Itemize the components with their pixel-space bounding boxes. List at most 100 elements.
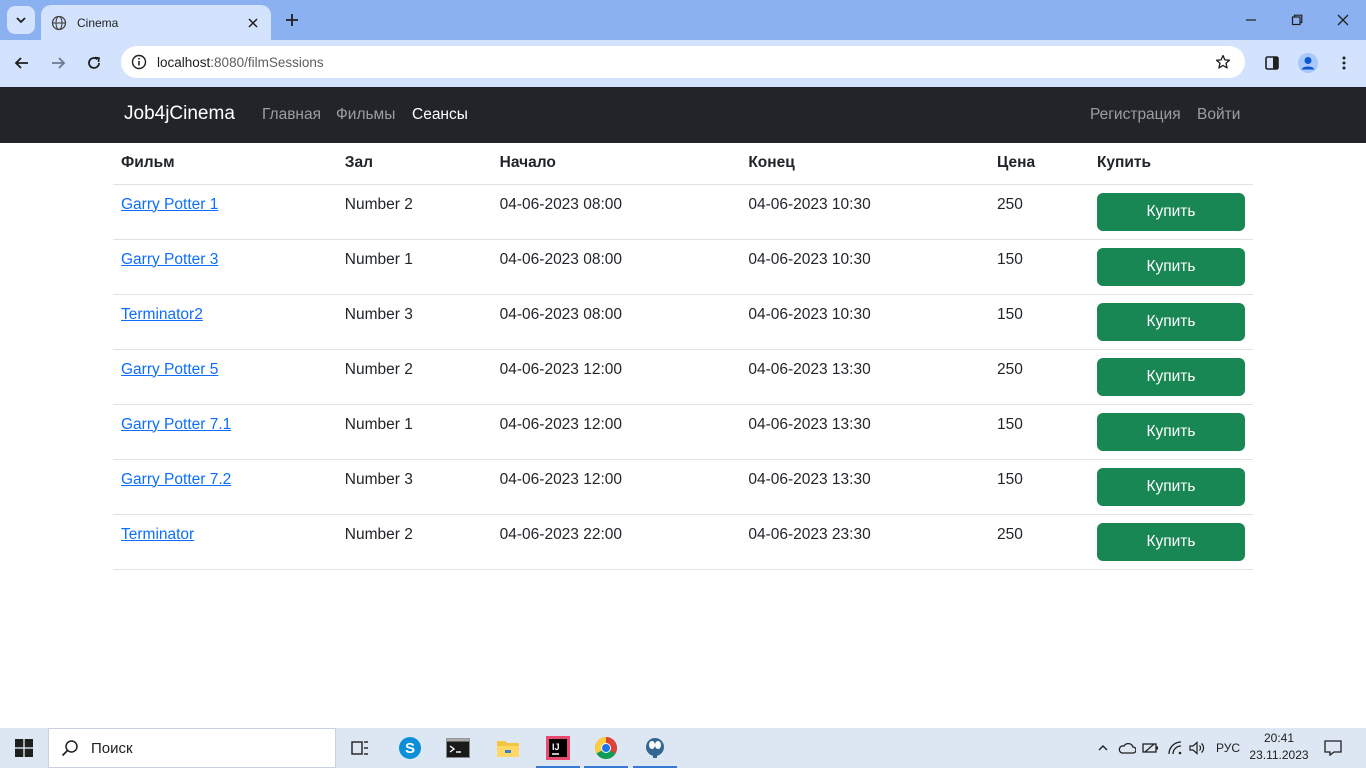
taskbar-search-label: Поиск [91, 739, 133, 757]
cell-price: 150 [989, 239, 1089, 295]
forward-button[interactable] [43, 48, 73, 78]
cell-buy: Купить [1088, 349, 1253, 405]
sessions-table-wrapper: Фильм Зал Начало Конец Цена Купить Garry… [113, 143, 1253, 570]
restore-icon [1291, 14, 1303, 26]
cell-hall: Number 2 [336, 514, 492, 570]
minimize-button[interactable] [1228, 0, 1274, 40]
cell-start: 04-06-2023 12:00 [491, 459, 741, 515]
table-row: Garry Potter 7.2 Number 3 04-06-2023 12:… [113, 459, 1253, 515]
reload-icon [88, 56, 100, 69]
cell-hall: Number 1 [336, 239, 492, 295]
nav-link-sessions[interactable]: Сеансы [412, 106, 468, 124]
profile-button[interactable] [1293, 48, 1323, 78]
menu-button[interactable] [1329, 48, 1359, 78]
cell-buy: Купить [1088, 294, 1253, 350]
browser-tab[interactable]: Cinema [41, 5, 271, 40]
cell-buy: Купить [1088, 514, 1253, 570]
cell-hall: Number 1 [336, 404, 492, 460]
terminal-icon[interactable] [434, 728, 482, 768]
back-button[interactable] [7, 48, 37, 78]
film-link[interactable]: Terminator [121, 526, 194, 543]
table-row: Garry Potter 5 Number 2 04-06-2023 12:00… [113, 349, 1253, 405]
address-bar[interactable]: localhost:8080/filmSessions [121, 46, 1245, 78]
file-explorer-icon[interactable] [484, 728, 532, 768]
wifi-icon[interactable] [1164, 728, 1186, 768]
brand-link[interactable]: Job4jCinema [124, 103, 235, 125]
cell-buy: Купить [1088, 239, 1253, 295]
nav-link-register[interactable]: Регистрация [1090, 106, 1181, 124]
buy-button[interactable]: Купить [1096, 467, 1245, 506]
cell-end: 04-06-2023 10:30 [740, 184, 990, 240]
reload-button[interactable] [79, 48, 109, 78]
header-start: Начало [491, 143, 741, 185]
taskbar-clock[interactable]: 20:41 23.11.2023 [1246, 730, 1312, 764]
start-button[interactable] [0, 728, 48, 768]
skype-icon[interactable]: S [386, 728, 434, 768]
cell-end: 04-06-2023 23:30 [740, 514, 990, 570]
film-link[interactable]: Garry Potter 3 [121, 251, 218, 268]
close-tab-icon[interactable] [245, 15, 261, 31]
cell-start: 04-06-2023 12:00 [491, 349, 741, 405]
language-indicator[interactable]: РУС [1212, 728, 1244, 768]
taskbar-search-box[interactable]: Поиск [48, 728, 336, 768]
buy-button[interactable]: Купить [1096, 247, 1245, 286]
buy-button[interactable]: Купить [1096, 522, 1245, 561]
side-panel-button[interactable] [1257, 48, 1287, 78]
header-film: Фильм [113, 143, 337, 185]
restore-button[interactable] [1274, 0, 1320, 40]
notifications-icon[interactable] [1318, 728, 1348, 768]
volume-icon[interactable] [1187, 728, 1209, 768]
tab-title: Cinema [77, 15, 119, 30]
svg-text:S: S [405, 740, 415, 757]
svg-text:IJ: IJ [552, 742, 560, 752]
nav-link-home[interactable]: Главная [262, 106, 321, 124]
chevron-down-icon [16, 17, 26, 24]
film-link[interactable]: Garry Potter 7.2 [121, 471, 231, 488]
task-view-icon[interactable] [336, 728, 384, 768]
cell-end: 04-06-2023 13:30 [740, 349, 990, 405]
cell-hall: Number 2 [336, 184, 492, 240]
table-row: Terminator2 Number 3 04-06-2023 08:00 04… [113, 294, 1253, 350]
header-buy: Купить [1088, 143, 1253, 185]
cell-film: Terminator2 [113, 294, 337, 350]
onedrive-icon[interactable] [1116, 728, 1138, 768]
close-window-button[interactable] [1320, 0, 1366, 40]
side-panel-icon [1265, 56, 1279, 70]
table-row: Garry Potter 7.1 Number 1 04-06-2023 12:… [113, 404, 1253, 460]
buy-button[interactable]: Купить [1096, 192, 1245, 231]
cell-end: 04-06-2023 13:30 [740, 404, 990, 460]
site-navbar: Job4jCinema Главная Фильмы Сеансы Регист… [0, 87, 1366, 143]
postgres-icon[interactable] [631, 728, 679, 768]
url-path: :8080/filmSessions [210, 54, 324, 70]
tab-search-button[interactable] [7, 6, 35, 34]
globe-icon [51, 15, 67, 30]
header-end: Конец [740, 143, 990, 185]
film-link[interactable]: Garry Potter 5 [121, 361, 218, 378]
nav-link-login[interactable]: Войти [1197, 106, 1240, 124]
buy-button[interactable]: Купить [1096, 302, 1245, 341]
chrome-icon[interactable] [582, 728, 630, 768]
film-link[interactable]: Garry Potter 1 [121, 196, 218, 213]
film-link[interactable]: Terminator2 [121, 306, 203, 323]
cell-start: 04-06-2023 08:00 [491, 239, 741, 295]
site-info-icon[interactable] [123, 46, 155, 78]
battery-icon[interactable] [1140, 728, 1162, 768]
nav-link-films[interactable]: Фильмы [336, 106, 395, 124]
film-link[interactable]: Garry Potter 7.1 [121, 416, 231, 433]
cell-price: 150 [989, 294, 1089, 350]
cell-price: 250 [989, 184, 1089, 240]
bookmark-star-icon[interactable] [1207, 46, 1239, 78]
cell-end: 04-06-2023 13:30 [740, 459, 990, 515]
cell-end: 04-06-2023 10:30 [740, 239, 990, 295]
cell-start: 04-06-2023 08:00 [491, 294, 741, 350]
windows-logo-icon [15, 739, 33, 757]
url-text: localhost:8080/filmSessions [157, 55, 1207, 70]
arrow-right-icon [52, 57, 66, 69]
language-label: РУС [1215, 741, 1241, 755]
tray-overflow-icon[interactable] [1092, 728, 1114, 768]
buy-button[interactable]: Купить [1096, 412, 1245, 451]
new-tab-button[interactable] [280, 8, 304, 32]
intellij-icon[interactable]: IJ [534, 728, 582, 768]
buy-button[interactable]: Купить [1096, 357, 1245, 396]
cell-price: 250 [989, 514, 1089, 570]
